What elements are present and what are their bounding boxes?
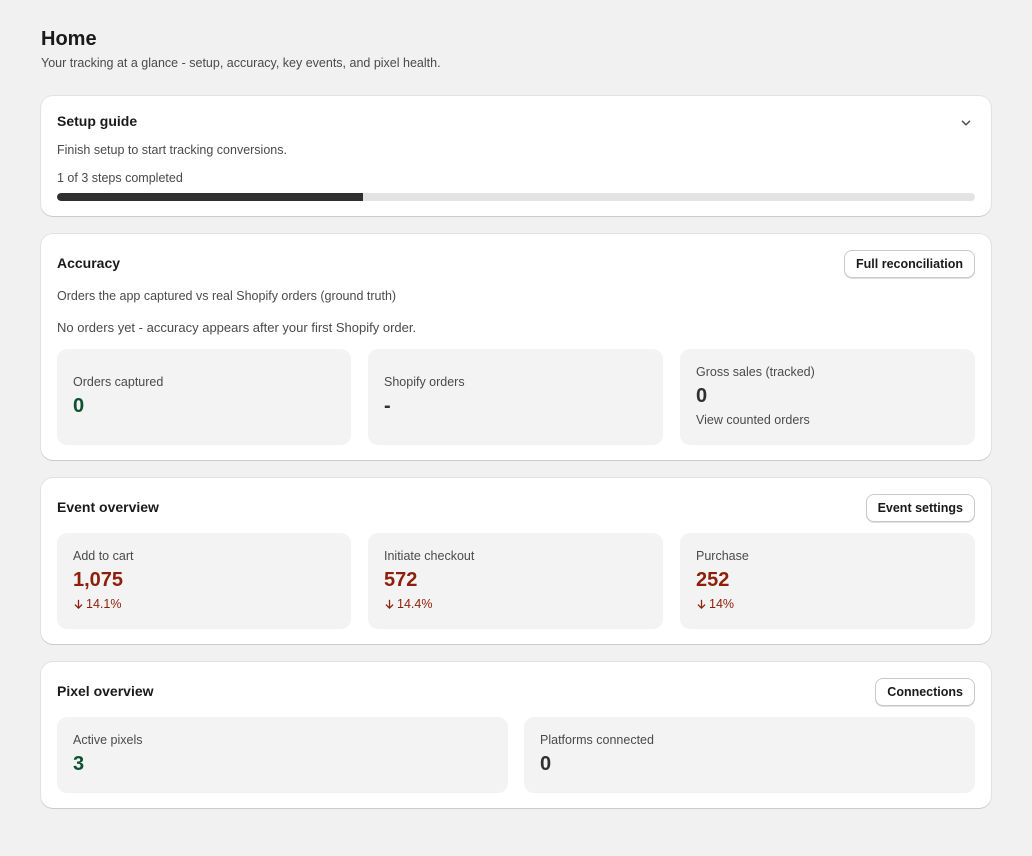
stat-change-value: 14.4%: [397, 597, 433, 611]
stat-label: Active pixels: [73, 733, 143, 747]
stat-value: 252: [696, 569, 730, 591]
stat-label: Platforms connected: [540, 733, 654, 747]
pixel-overview-title: Pixel overview: [57, 683, 154, 699]
stat-label: Add to cart: [73, 549, 134, 563]
accuracy-description: Orders the app captured vs real Shopify …: [57, 289, 397, 303]
event-overview-title: Event overview: [57, 499, 159, 515]
arrow-down-icon: [74, 599, 83, 609]
stat-label: Initiate checkout: [384, 549, 475, 563]
orders-captured-stat: Orders captured 0: [57, 349, 351, 444]
page-subtitle: Your tracking at a glance - setup, accur…: [41, 56, 441, 70]
stat-label: Purchase: [696, 549, 749, 563]
accuracy-card: Accuracy Full reconciliation Orders the …: [41, 234, 991, 460]
stat-label: Orders captured: [73, 375, 164, 389]
initiate-checkout-stat: Initiate checkout 572 14.4%: [368, 533, 663, 628]
platforms-connected-stat: Platforms connected 0: [524, 717, 975, 792]
stat-value: 0: [73, 395, 85, 417]
arrow-down-icon: [385, 599, 394, 609]
active-pixels-stat: Active pixels 3: [57, 717, 508, 792]
setup-progress-fill: [57, 193, 363, 201]
stat-value: -: [384, 395, 391, 417]
stat-change: 14.1%: [73, 597, 121, 611]
stat-label: Gross sales (tracked): [696, 365, 815, 379]
accuracy-notice: No orders yet - accuracy appears after y…: [57, 320, 417, 335]
connections-button[interactable]: Connections: [875, 678, 975, 706]
gross-sales-stat: Gross sales (tracked) 0 View counted ord…: [680, 349, 975, 444]
stat-value: 0: [540, 753, 552, 775]
stat-value: 572: [384, 569, 418, 591]
event-overview-card: Event overview Event settings Add to car…: [41, 478, 991, 644]
add-to-cart-stat: Add to cart 1,075 14.1%: [57, 533, 351, 628]
event-settings-button[interactable]: Event settings: [865, 494, 975, 522]
stat-change: 14%: [696, 597, 734, 611]
arrow-down-icon: [697, 599, 706, 609]
setup-progress-text: 1 of 3 steps completed: [57, 171, 183, 185]
pixel-overview-card: Pixel overview Connections Active pixels…: [41, 662, 991, 808]
stat-change-value: 14.1%: [86, 597, 122, 611]
stat-label: Shopify orders: [384, 375, 465, 389]
stat-change: 14.4%: [384, 597, 432, 611]
full-reconciliation-button[interactable]: Full reconciliation: [844, 250, 975, 278]
view-counted-orders-link[interactable]: View counted orders: [696, 413, 810, 427]
setup-guide-card: Setup guide Finish setup to start tracki…: [41, 96, 991, 216]
accuracy-title: Accuracy: [57, 255, 121, 271]
chevron-down-icon[interactable]: [957, 114, 975, 132]
setup-progress-bar: [57, 193, 975, 201]
stat-value: 0: [696, 385, 708, 407]
stat-value: 1,075: [73, 569, 124, 591]
purchase-stat: Purchase 252 14%: [680, 533, 975, 628]
setup-guide-title: Setup guide: [57, 113, 138, 129]
stat-value: 3: [73, 753, 85, 775]
page-title: Home: [41, 28, 97, 50]
stat-change-value: 14%: [709, 597, 735, 611]
shopify-orders-stat: Shopify orders -: [368, 349, 663, 444]
setup-guide-description: Finish setup to start tracking conversio…: [57, 143, 287, 157]
